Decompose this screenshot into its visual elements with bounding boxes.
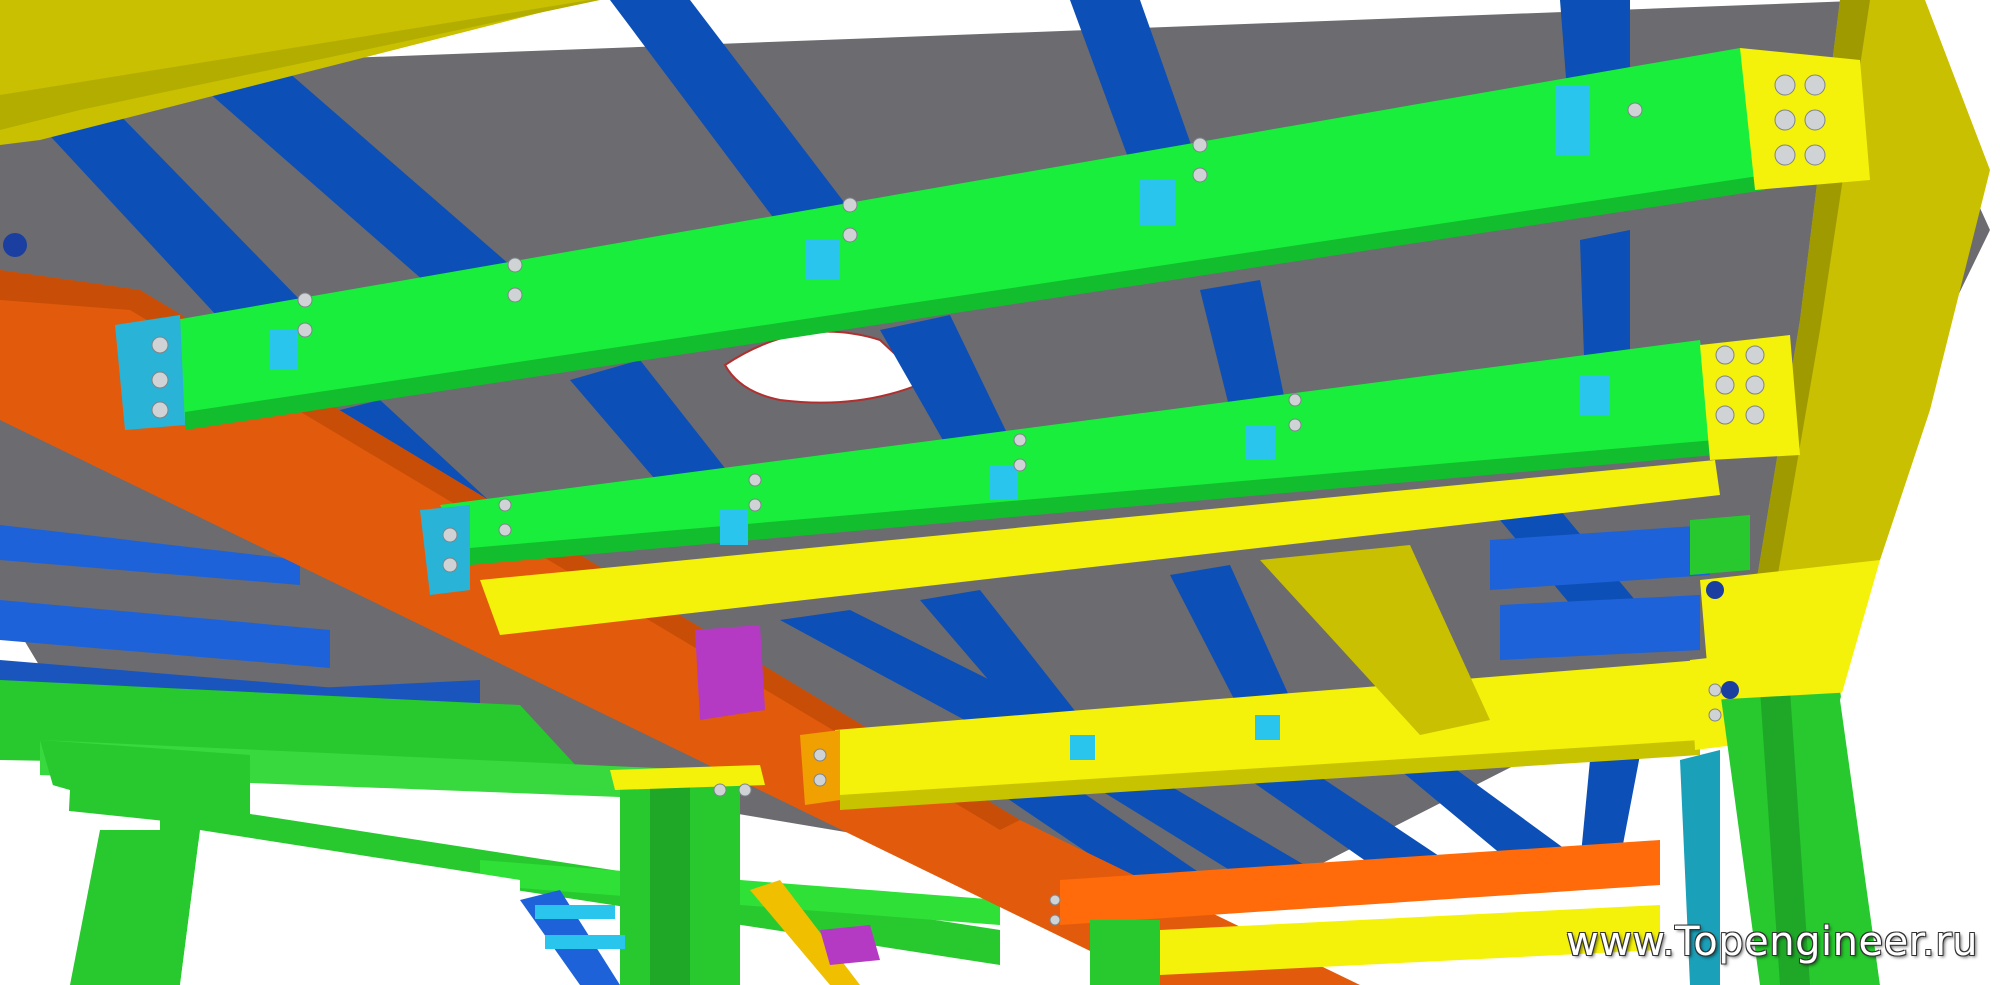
sky-corner-left	[0, 770, 70, 985]
steel-structure-illustration	[0, 0, 2000, 985]
watermark-text: www.Topengineer.ru	[1565, 919, 1978, 965]
right-blue-beam-b	[1500, 595, 1700, 660]
magenta-hanger	[695, 625, 765, 720]
